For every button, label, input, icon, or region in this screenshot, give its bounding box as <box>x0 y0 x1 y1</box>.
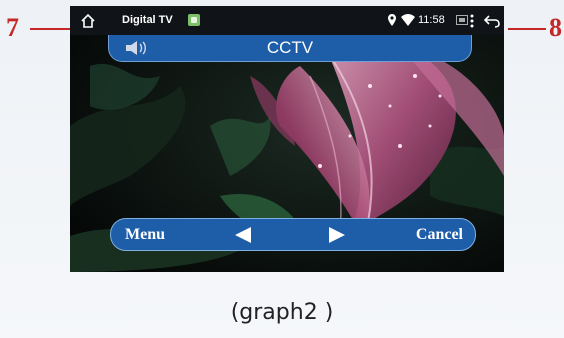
menu-button[interactable]: Menu <box>125 226 165 244</box>
location-pin-icon <box>388 14 396 26</box>
more-vert-icon[interactable] <box>467 12 477 30</box>
prev-arrow-icon[interactable] <box>235 227 251 243</box>
callout-number-7: 7 <box>6 13 19 42</box>
back-icon[interactable] <box>483 13 501 29</box>
callout-number-8: 8 <box>549 13 562 42</box>
callout-line-left <box>30 28 72 30</box>
device-screen: Digital TV 11:58 CCTV Menu Cancel <box>70 6 504 272</box>
app-badge-icon <box>188 14 200 26</box>
callout-line-right <box>508 28 546 30</box>
home-icon[interactable] <box>79 12 97 30</box>
channel-name: CCTV <box>266 38 314 57</box>
app-title: Digital TV <box>122 14 173 26</box>
control-bar: Menu Cancel <box>110 218 476 251</box>
cancel-button[interactable]: Cancel <box>416 226 463 244</box>
status-time: 11:58 <box>418 14 445 26</box>
next-arrow-icon[interactable] <box>329 227 345 243</box>
wifi-icon <box>401 14 415 26</box>
android-status-bar: Digital TV 11:58 <box>70 6 504 35</box>
channel-bar: CCTV <box>108 35 472 62</box>
figure-caption: (graph2 ) <box>230 300 334 325</box>
